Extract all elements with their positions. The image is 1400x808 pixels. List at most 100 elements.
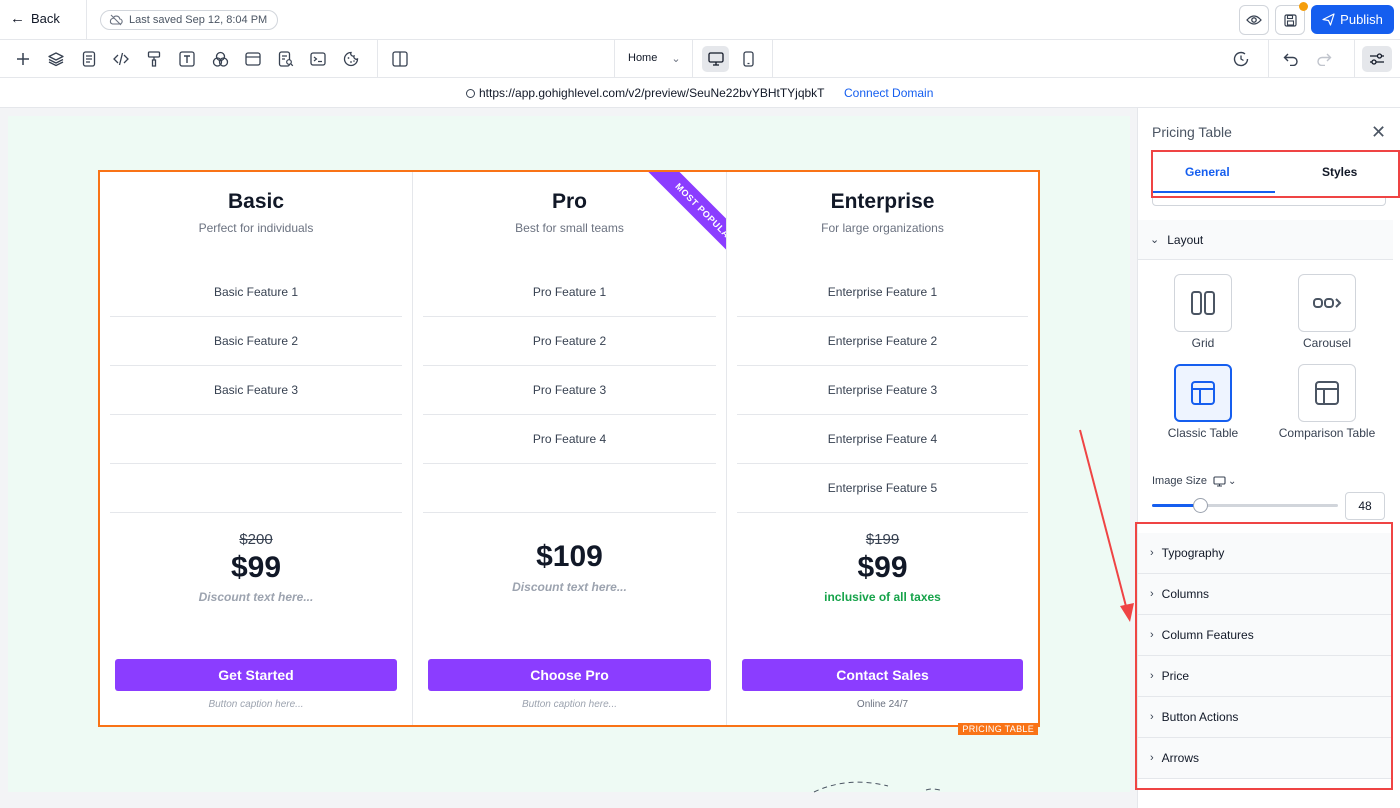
layout-grid-option[interactable] (1174, 274, 1232, 332)
feature-row (110, 415, 402, 464)
page-section[interactable]: Basic Perfect for individuals Basic Feat… (8, 116, 1130, 793)
mobile-icon (742, 51, 754, 67)
split-view-button[interactable] (390, 49, 410, 69)
choose-pro-button[interactable]: Choose Pro (428, 659, 711, 691)
device-selector[interactable]: ⌄ (1213, 476, 1236, 487)
page-select[interactable]: Home ⌄ (628, 52, 681, 65)
color-circles-icon (212, 51, 228, 67)
editor-canvas-area: Basic Perfect for individuals Basic Feat… (0, 108, 1137, 808)
discount-text: Discount text here... (198, 590, 314, 604)
text-icon (179, 51, 195, 67)
seo-button[interactable] (276, 49, 296, 69)
tax-note: inclusive of all taxes (824, 590, 941, 604)
pages-button[interactable] (79, 49, 99, 69)
desktop-view-button[interactable] (702, 46, 729, 72)
discount-text: Discount text here... (512, 580, 627, 594)
paint-button[interactable] (144, 49, 164, 69)
feature-row: Basic Feature 3 (110, 366, 402, 415)
image-size-label: Image Size ⌄ (1152, 475, 1236, 487)
send-icon (1322, 13, 1335, 26)
panel-title: Pricing Table (1152, 124, 1232, 140)
element-settings-button[interactable] (1362, 46, 1392, 72)
connect-domain-link[interactable]: Connect Domain (844, 86, 933, 100)
sliders-icon (1370, 53, 1384, 65)
table-layout-icon (1315, 381, 1339, 405)
chevron-down-icon: ⌄ (1150, 234, 1160, 246)
feature-row (423, 464, 716, 513)
save-status-badge: Last saved Sep 12, 8:04 PM (100, 10, 279, 30)
ribbon-label: MOST POPULAR (644, 172, 726, 268)
undo-button[interactable] (1281, 49, 1301, 69)
document-icon (82, 51, 96, 67)
close-icon[interactable]: ✕ (1371, 122, 1386, 143)
publish-button[interactable]: Publish (1311, 5, 1394, 34)
feature-row: Basic Feature 1 (110, 268, 402, 317)
feature-row: Pro Feature 1 (423, 268, 716, 317)
code-icon (113, 52, 129, 66)
preview-url[interactable]: https://app.gohighlevel.com/v2/preview/S… (466, 86, 825, 100)
get-started-button[interactable]: Get Started (115, 659, 397, 691)
plan-price: $109 (536, 540, 603, 573)
terminal-button[interactable] (308, 49, 328, 69)
custom-code-button[interactable] (111, 49, 131, 69)
properties-panel: Pricing Table ✕ Pricing Table General St… (1135, 108, 1400, 808)
plan-title: Basic (227, 190, 285, 213)
preview-button[interactable] (1239, 5, 1269, 35)
feature-row: Enterprise Feature 1 (737, 268, 1028, 317)
contact-sales-button[interactable]: Contact Sales (742, 659, 1023, 691)
feature-row: Enterprise Feature 3 (737, 366, 1028, 415)
text-button[interactable] (177, 49, 197, 69)
browser-window-icon (245, 52, 261, 66)
section-layout[interactable]: ⌄ Layout (1138, 220, 1393, 260)
most-popular-ribbon: MOST POPULAR (630, 172, 726, 268)
colors-button[interactable] (210, 49, 230, 69)
original-price: $199 (865, 531, 900, 548)
redo-icon (1317, 53, 1332, 66)
sections-button[interactable] (243, 49, 263, 69)
terminal-icon (310, 52, 326, 66)
floppy-disk-icon (1283, 13, 1297, 27)
pricing-column-pro[interactable]: Pro Best for small teams MOST POPULAR Pr… (412, 172, 726, 725)
layout-classic-table-option[interactable] (1174, 364, 1232, 422)
paint-roller-icon (147, 51, 161, 67)
layers-icon (48, 52, 64, 67)
layout-comparison-table-option[interactable] (1298, 364, 1356, 422)
plus-icon (17, 53, 29, 65)
cookie-button[interactable] (341, 49, 361, 69)
preview-url-bar: https://app.gohighlevel.com/v2/preview/S… (0, 78, 1400, 108)
cloud-off-icon (109, 14, 123, 26)
feature-row: Pro Feature 2 (423, 317, 716, 366)
feature-row: Enterprise Feature 4 (737, 415, 1028, 464)
pricing-column-basic[interactable]: Basic Perfect for individuals Basic Feat… (100, 172, 412, 725)
feature-row: Enterprise Feature 2 (737, 317, 1028, 366)
pricing-table[interactable]: Basic Perfect for individuals Basic Feat… (98, 170, 1040, 735)
annotation-highlight-tabs (1151, 150, 1400, 198)
add-element-button[interactable] (13, 49, 33, 69)
back-button[interactable]: ← Back (10, 10, 60, 27)
publish-label: Publish (1340, 12, 1383, 27)
feature-row (110, 464, 402, 513)
mobile-view-button[interactable] (738, 49, 758, 69)
plan-subtitle: For large organizations (821, 221, 944, 235)
annotation-highlight-sections (1135, 522, 1393, 790)
divider (1268, 40, 1269, 78)
slider-thumb[interactable] (1193, 498, 1208, 513)
arrow-left-icon: ← (10, 10, 25, 27)
redo-button[interactable] (1314, 49, 1334, 69)
plan-title: Enterprise (830, 190, 935, 213)
divider (377, 40, 378, 78)
save-button[interactable] (1275, 2, 1308, 35)
cookie-icon (343, 51, 359, 67)
clock-history-icon (1233, 51, 1249, 67)
layers-button[interactable] (46, 49, 66, 69)
layout-carousel-option[interactable] (1298, 274, 1356, 332)
image-size-input[interactable]: 48 (1345, 492, 1385, 520)
chevron-down-icon: ⌄ (1228, 475, 1237, 487)
back-label: Back (31, 11, 60, 26)
desktop-icon (1213, 475, 1226, 487)
image-size-slider[interactable] (1152, 498, 1338, 513)
history-button[interactable] (1231, 49, 1251, 69)
top-bar: ← Back Last saved Sep 12, 8:04 PM Publis… (0, 0, 1400, 40)
feature-row: Enterprise Feature 5 (737, 464, 1028, 513)
pricing-column-enterprise[interactable]: Enterprise For large organizations Enter… (726, 172, 1038, 725)
